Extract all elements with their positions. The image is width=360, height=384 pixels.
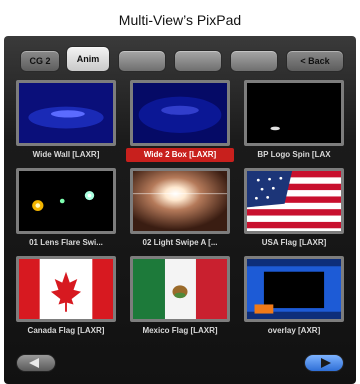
clip-label: Wide Wall [LAXR] [32, 150, 100, 159]
clip-label: USA Flag [LAXR] [261, 238, 327, 247]
tab-empty-1[interactable] [118, 50, 166, 72]
clip-thumbnail[interactable] [244, 256, 344, 322]
clip-label: BP Logo Spin [LAX [257, 150, 331, 159]
clip-thumbnail[interactable] [16, 256, 116, 322]
clip-item[interactable]: 02 Light Swipe A [... [126, 168, 234, 252]
clip-grid: Wide Wall [LAXR] Wide 2 Box [LAXR] BP Lo… [12, 80, 348, 344]
clip-label: Canada Flag [LAXR] [27, 326, 105, 335]
tab-anim[interactable]: Anim [66, 46, 110, 72]
clip-thumbnail[interactable] [16, 168, 116, 234]
clip-label: Mexico Flag [LAXR] [142, 326, 218, 335]
clip-label: 02 Light Swipe A [... [142, 238, 218, 247]
clip-thumbnail[interactable] [16, 80, 116, 146]
page-title: Multi-View’s PixPad [118, 12, 242, 28]
previous-page-button[interactable] [16, 354, 56, 372]
page-nav [12, 348, 348, 380]
clip-item[interactable]: Canada Flag [LAXR] [12, 256, 120, 340]
clip-label: 01 Lens Flare Swi... [29, 238, 103, 247]
clip-thumbnail[interactable] [244, 80, 344, 146]
clip-item-selected[interactable]: Wide 2 Box [LAXR] [126, 80, 234, 164]
clip-item[interactable]: 01 Lens Flare Swi... [12, 168, 120, 252]
clip-thumbnail[interactable] [130, 168, 230, 234]
left-arrow-icon [29, 358, 39, 368]
clip-thumbnail[interactable] [130, 80, 230, 146]
right-arrow-icon [321, 358, 331, 368]
pixpad-panel: CG 2 Anim < Back Wide Wall [LAXR] Wide 2… [4, 36, 356, 384]
clip-item[interactable]: BP Logo Spin [LAX [240, 80, 348, 164]
clip-item[interactable]: Wide Wall [LAXR] [12, 80, 120, 164]
clip-thumbnail[interactable] [244, 168, 344, 234]
clip-label: overlay [AXR] [267, 326, 321, 335]
clip-label: Wide 2 Box [LAXR] [126, 148, 234, 162]
clip-item[interactable]: Mexico Flag [LAXR] [126, 256, 234, 340]
back-button[interactable]: < Back [286, 50, 344, 72]
tab-bar: CG 2 Anim < Back [12, 44, 348, 76]
clip-item[interactable]: USA Flag [LAXR] [240, 168, 348, 252]
clip-thumbnail[interactable] [130, 256, 230, 322]
tab-empty-2[interactable] [174, 50, 222, 72]
next-page-button[interactable] [304, 354, 344, 372]
clip-item[interactable]: overlay [AXR] [240, 256, 348, 340]
tab-cg2[interactable]: CG 2 [20, 50, 60, 72]
tab-empty-3[interactable] [230, 50, 278, 72]
